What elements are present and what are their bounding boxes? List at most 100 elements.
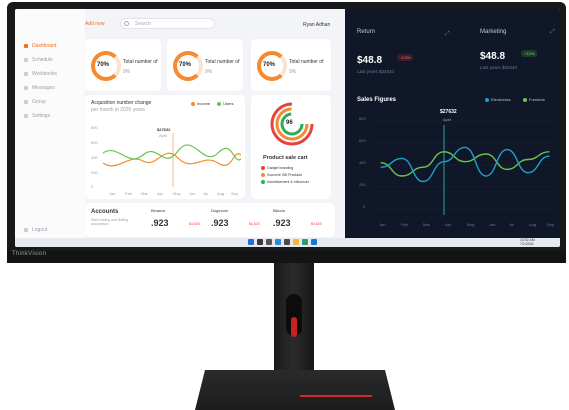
acq-x-tick: Apr <box>157 191 164 196</box>
sales-x-tick: Jun <box>489 222 496 227</box>
acq-x-tick: Mar <box>141 191 148 196</box>
sales-point-electronics <box>506 168 508 170</box>
sales-series-electronics <box>380 151 550 177</box>
sales-x-tick: Mar <box>423 222 430 227</box>
coin-name-binance: Binance <box>151 208 166 213</box>
acq-y-tick: 200 <box>91 170 98 175</box>
edge-icon[interactable] <box>302 239 308 245</box>
windows-start-icon[interactable] <box>248 239 254 245</box>
acquisition-subtitle: per month in 2026 years <box>91 107 145 113</box>
taskbar: 10:02 AM 7/1/2024 <box>15 238 560 247</box>
expand-icon[interactable]: ⤢ <box>550 29 555 36</box>
kpi-percent: 70% <box>263 62 276 68</box>
logout-icon <box>24 227 28 232</box>
dashboard-icon <box>24 43 28 48</box>
sales-point-electronics <box>485 153 487 155</box>
sales-point-furniture <box>506 149 508 151</box>
acq-users-line <box>103 144 241 161</box>
sales-series-furniture <box>380 146 550 183</box>
sales-point-electronics <box>380 162 382 164</box>
acq-y-tick: 600 <box>91 140 98 145</box>
expand-icon[interactable]: ⤢ <box>445 31 450 38</box>
kpi-sub: 9% <box>123 69 131 75</box>
marketing-title: Marketing <box>480 29 507 35</box>
accounts-card: Accounts Start trading and finding accou… <box>85 203 335 237</box>
sales-x-tick: Feb <box>401 222 408 227</box>
task-view-icon[interactable] <box>266 239 272 245</box>
sales-y-tick: 200 <box>359 182 366 187</box>
acquisition-card: Acquisition number change per month in 2… <box>85 95 245 199</box>
acq-x-tick: Sep <box>231 191 239 196</box>
product-title: Product sale cart <box>263 155 308 161</box>
search-icon <box>124 21 129 26</box>
return-tag: -3.5% <box>397 54 414 61</box>
accounts-subtitle: Start trading and finding accountsss <box>91 218 129 226</box>
sales-point-furniture <box>548 155 550 157</box>
sidebar-item-messages[interactable]: Messages <box>24 85 55 91</box>
kpi-percent: 70% <box>179 62 192 68</box>
acquisition-line-chart <box>103 133 241 187</box>
sidebar-item-settings[interactable]: Settings <box>24 113 50 119</box>
legend-income: Income <box>191 101 210 106</box>
sales-point-furniture <box>422 180 424 183</box>
sales-point-furniture <box>464 146 466 148</box>
search-input[interactable]: Search <box>120 18 215 29</box>
sales-x-tick: Aug <box>529 222 537 227</box>
sales-point-furniture <box>485 175 487 177</box>
taskbar-clock[interactable]: 10:02 AM 7/1/2024 <box>520 238 535 246</box>
product-item-1: Gadget branding <box>261 166 293 171</box>
logout-button[interactable]: Logout <box>24 227 47 233</box>
acq-y-tick: 0 <box>91 184 94 189</box>
coin-value-bitcoin: .923 <box>273 218 291 228</box>
sidebar-item-dashboard[interactable]: Dashboard <box>24 43 56 49</box>
acq-y-tick: 800 <box>91 125 98 130</box>
sidebar-item-group[interactable]: Group <box>24 99 46 105</box>
legend-users: Users <box>217 101 233 106</box>
accounts-title: Accounts <box>91 209 119 215</box>
sales-point-furniture <box>401 157 403 159</box>
legend-furniture: Furniture <box>523 97 545 102</box>
monitor-chin <box>7 251 566 263</box>
return-value: $48.8 <box>357 55 383 66</box>
folder-icon[interactable] <box>293 239 299 245</box>
base-accent <box>300 395 372 397</box>
kpi-title: Total number of <box>205 59 240 65</box>
sales-point-electronics <box>422 166 424 168</box>
acq-x-tick: Jan <box>109 191 116 196</box>
coin-change-bitcoin: $4,520 <box>311 222 322 226</box>
sales-y-tick: 0 <box>363 204 366 209</box>
return-title: Return <box>357 29 376 35</box>
kpi-title: Total number of <box>289 59 324 65</box>
coin-name-dogecoin: Dogecoin <box>211 208 228 213</box>
sidebar: Dashboard Schedule Workbooks Messages Gr… <box>15 9 85 238</box>
coin-value-binance: .923 <box>151 218 169 228</box>
sales-title: Sales Figures <box>357 97 397 103</box>
message-icon <box>24 85 28 90</box>
chat-icon[interactable] <box>284 239 290 245</box>
product-item-2: Souvenir Gift Products <box>261 173 302 178</box>
monitor-stand-base <box>195 370 395 410</box>
acq-x-tick: Jul <box>203 191 209 196</box>
marketing-value: $48.8 <box>480 51 506 62</box>
kpi-card-3: 70% Total number of 9% <box>251 39 331 91</box>
calendar-icon <box>24 57 28 62</box>
sales-x-tick: May <box>467 222 475 227</box>
sidebar-item-workbooks[interactable]: Workbooks <box>24 71 57 77</box>
sales-y-tick: 400 <box>359 160 366 165</box>
user-name[interactable]: Ryan Adhan <box>303 22 330 28</box>
search-icon[interactable] <box>257 239 263 245</box>
sales-point-electronics <box>527 158 529 161</box>
sales-y-tick: 600 <box>359 138 366 143</box>
coin-change-dogecoin: $4,520 <box>249 222 260 226</box>
sales-x-tick: Jul <box>509 222 515 227</box>
sales-point-furniture <box>443 161 445 163</box>
widgets-icon[interactable] <box>275 239 281 245</box>
store-icon[interactable] <box>311 239 317 245</box>
marketing-sub: Last years $32640 <box>480 65 518 70</box>
add-new-button[interactable]: Add new <box>85 21 104 27</box>
product-sale-card: 96 Product sale cart Gadget branding Sou… <box>251 95 331 199</box>
sidebar-item-schedule[interactable]: Schedule <box>24 57 53 63</box>
sales-point-electronics <box>464 161 466 163</box>
coin-change-binance: $4,520 <box>189 222 200 226</box>
sales-point-electronics <box>401 175 403 177</box>
